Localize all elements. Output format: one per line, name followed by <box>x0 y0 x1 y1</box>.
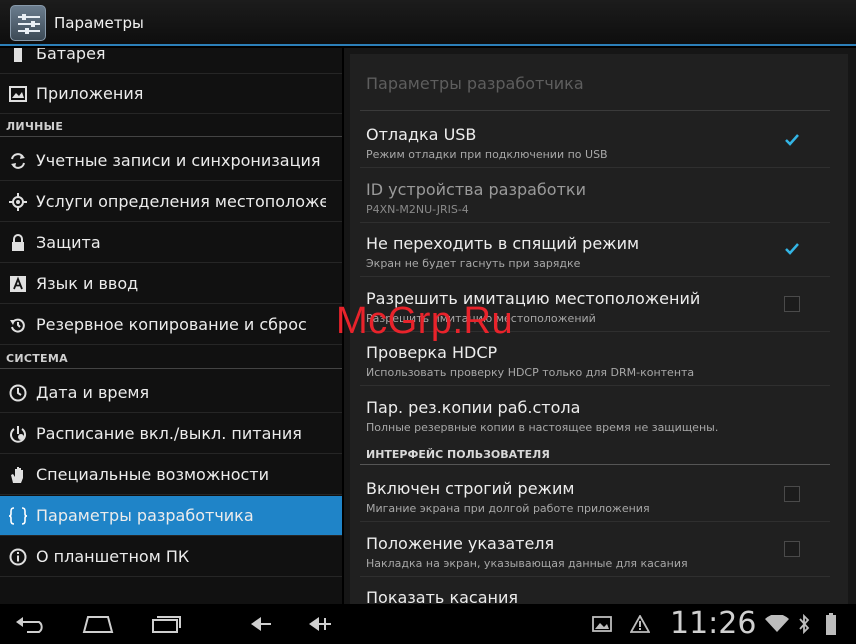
header-item-label: Резервное копирование и сброс <box>36 315 307 334</box>
wifi-icon <box>760 610 794 638</box>
pref-title: Отладка USB <box>366 125 477 144</box>
header-item-language-input[interactable]: Язык и ввод <box>0 264 342 304</box>
header-item-accessibility[interactable]: Специальные возможности <box>0 455 342 495</box>
pref-pointer-location[interactable]: Положение указателя Накладка на экран, у… <box>360 523 830 577</box>
location-icon <box>0 192 36 211</box>
volume-down-icon[interactable] <box>244 610 284 638</box>
header-item-label: Учетные записи и синхронизация <box>36 151 321 170</box>
braces-icon <box>0 506 36 525</box>
page-title: Параметры <box>54 14 144 32</box>
back-icon[interactable] <box>12 610 52 638</box>
pref-summary: Использовать проверку HDCP только для DR… <box>366 366 695 379</box>
status-clock[interactable]: 11:26 <box>670 606 756 641</box>
pref-desktop-backup-password[interactable]: Пар. рез.копии раб.стола Полные резервны… <box>360 387 830 441</box>
checkbox-unchecked[interactable] <box>784 296 800 312</box>
power-schedule-icon <box>0 425 36 443</box>
header-item-label: Параметры разработчика <box>36 506 254 525</box>
section-system: СИСТЕМА <box>6 352 68 365</box>
header-item-label: Дата и время <box>36 383 150 402</box>
pref-title: Включен строгий режим <box>366 479 575 498</box>
pref-stay-awake[interactable]: Не переходить в спящий режим Экран не бу… <box>360 223 830 277</box>
pref-title: ID устройства разработки <box>366 180 586 199</box>
apps-icon <box>0 85 36 102</box>
keyboard-icon <box>0 275 36 292</box>
header-item-label: Батарея <box>36 48 106 63</box>
header-item-apps[interactable]: Приложения <box>0 74 342 114</box>
checkbox-checked-icon[interactable] <box>784 132 800 148</box>
pref-title: Не переходить в спящий режим <box>366 234 640 253</box>
pref-title: Показать касания <box>366 588 518 604</box>
hand-icon <box>0 466 36 484</box>
pref-summary: Режим отладки при подключении по USB <box>366 148 608 161</box>
header-item-date-time[interactable]: Дата и время <box>0 373 342 413</box>
sync-icon <box>0 152 36 170</box>
gallery-notification-icon[interactable] <box>582 610 622 638</box>
header-item-accounts-sync[interactable]: Учетные записи и синхронизация <box>0 141 342 181</box>
pref-summary: Полные резервные копии в настоящее время… <box>366 421 719 434</box>
battery-status-icon <box>816 610 846 638</box>
watermark: McGrp.Ru <box>336 300 514 342</box>
checkbox-unchecked[interactable] <box>784 541 800 557</box>
lock-icon <box>0 233 36 252</box>
pref-summary: Мигание экрана при долгой работе приложе… <box>366 502 650 515</box>
bluetooth-icon <box>792 610 816 638</box>
pref-show-touches[interactable]: Показать касания <box>360 577 830 604</box>
section-divider <box>0 368 342 369</box>
header-item-label: О планшетном ПК <box>36 547 190 566</box>
header-item-developer-options[interactable]: Параметры разработчика <box>0 496 342 536</box>
action-bar: Параметры <box>0 0 856 46</box>
pref-summary: P4XN-M2NU-JRIS-4 <box>366 203 469 216</box>
settings-icon[interactable] <box>10 5 46 41</box>
section-user-interface: ИНТЕРФЕЙС ПОЛЬЗОВАТЕЛЯ <box>366 448 550 461</box>
header-item-battery[interactable]: Батарея <box>0 48 342 74</box>
header-item-label: Язык и ввод <box>36 274 139 293</box>
pref-usb-debugging[interactable]: Отладка USB Режим отладки при подключени… <box>360 114 830 168</box>
header-item-backup-reset[interactable]: Резервное копирование и сброс <box>0 305 342 345</box>
backup-icon <box>0 316 36 334</box>
pref-dev-device-id: ID устройства разработки P4XN-M2NU-JRIS-… <box>360 169 830 223</box>
pref-title: Положение указателя <box>366 534 555 553</box>
header-item-location[interactable]: Услуги определения местоположения <box>0 182 342 222</box>
header-item-security[interactable]: Защита <box>0 223 342 263</box>
pref-summary: Накладка на экран, указывающая данные дл… <box>366 557 688 570</box>
header-item-label: Приложения <box>36 84 144 103</box>
pref-title: Проверка HDCP <box>366 343 498 362</box>
recent-apps-icon[interactable] <box>146 610 186 638</box>
pane-heading: Параметры разработчика <box>366 74 584 93</box>
home-icon[interactable] <box>78 610 118 638</box>
section-divider <box>360 464 830 465</box>
warning-icon[interactable] <box>620 610 660 638</box>
pref-summary: Экран не будет гаснуть при зарядке <box>366 257 581 270</box>
info-icon <box>0 548 36 566</box>
pref-title: Пар. рез.копии раб.стола <box>366 398 581 417</box>
battery-icon <box>0 48 36 62</box>
volume-up-icon[interactable] <box>302 610 342 638</box>
header-item-label: Защита <box>36 233 101 252</box>
clock-icon <box>0 384 36 402</box>
heading-divider <box>360 110 830 111</box>
header-item-label: Расписание вкл./выкл. питания <box>36 424 302 443</box>
settings-header-list: Батарея Приложения ЛИЧНЫЕ Учетные записи… <box>0 48 342 604</box>
system-bar: 11:26 <box>0 604 856 644</box>
header-item-label: Специальные возможности <box>36 465 270 484</box>
checkbox-unchecked[interactable] <box>784 486 800 502</box>
section-divider <box>0 136 342 137</box>
header-item-power-schedule[interactable]: Расписание вкл./выкл. питания <box>0 414 342 454</box>
header-item-about-tablet[interactable]: О планшетном ПК <box>0 537 342 577</box>
checkbox-checked-icon[interactable] <box>784 241 800 257</box>
section-personal: ЛИЧНЫЕ <box>6 120 64 133</box>
header-item-label: Услуги определения местоположения <box>36 192 326 211</box>
pref-strict-mode[interactable]: Включен строгий режим Мигание экрана при… <box>360 468 830 522</box>
